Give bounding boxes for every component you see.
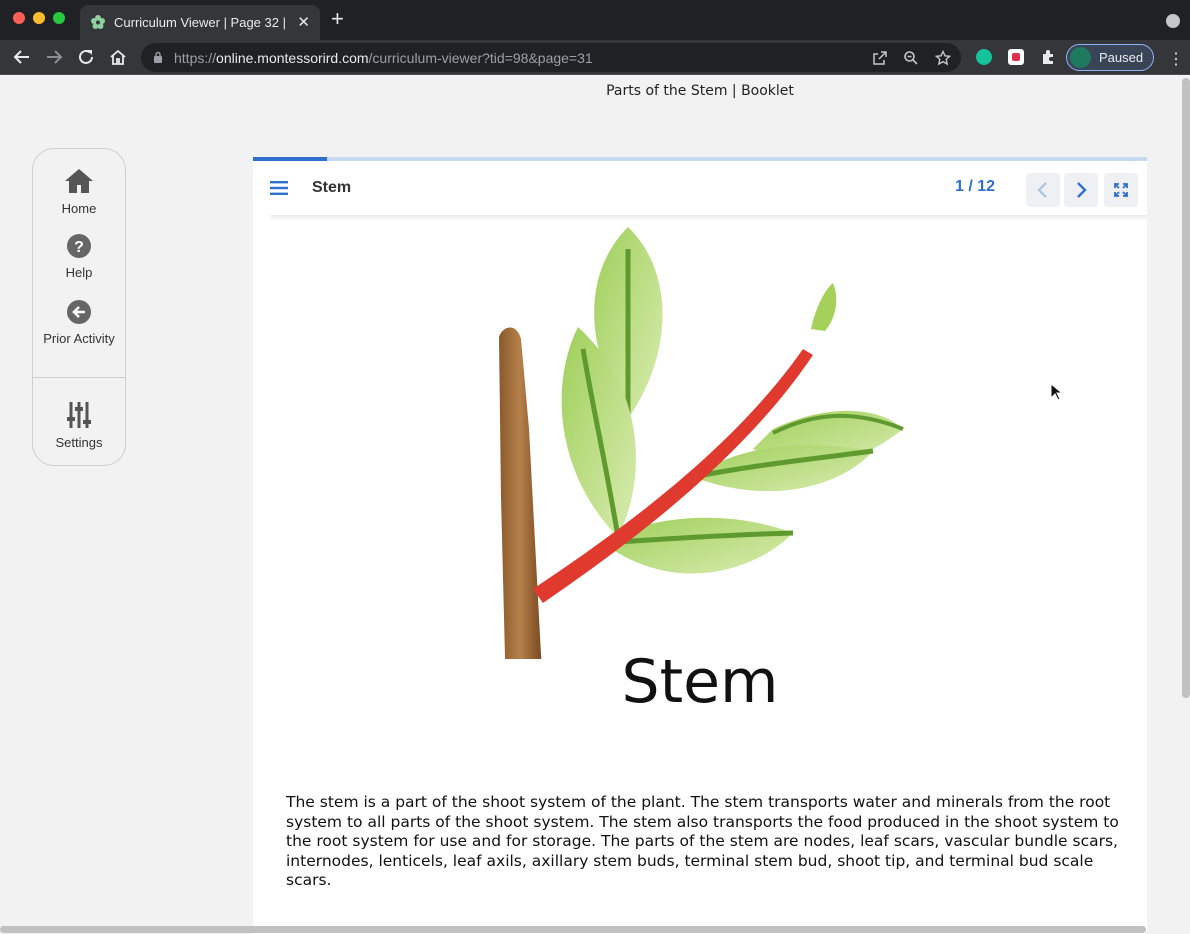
page-title: Parts of the Stem | Booklet — [606, 83, 794, 99]
nav-settings[interactable]: Settings — [33, 401, 125, 450]
back-arrow-icon — [67, 300, 91, 324]
nav-help-label: Help — [65, 265, 93, 280]
reload-icon[interactable] — [76, 47, 96, 67]
grammarly-icon[interactable] — [976, 49, 992, 65]
help-icon: ? — [67, 234, 91, 258]
flower-favicon-icon — [91, 15, 105, 29]
home-icon — [65, 169, 93, 193]
address-bar[interactable]: https://online.montessorird.com/curricul… — [141, 43, 961, 72]
vertical-scrollbar[interactable] — [1182, 78, 1190, 698]
mouse-cursor-icon — [1050, 383, 1062, 401]
browser-tab[interactable]: Curriculum Viewer | Page 32 | C ✕ — [80, 5, 320, 40]
close-window-button[interactable] — [13, 12, 25, 24]
chevron-left-icon — [1037, 182, 1047, 198]
url-host: online.montessorird.com — [216, 50, 369, 66]
tab-search-icon[interactable] — [1166, 14, 1180, 28]
fullscreen-button[interactable] — [1104, 173, 1138, 207]
stem-illustration — [499, 227, 904, 659]
minimize-window-button[interactable] — [33, 12, 45, 24]
slide-body-text: The stem is a part of the shoot system o… — [286, 793, 1119, 890]
profile-button[interactable]: Paused — [1066, 44, 1154, 71]
previous-page-button[interactable] — [1026, 173, 1060, 207]
sliders-icon — [67, 402, 91, 428]
url-scheme: https:// — [174, 50, 217, 66]
pocket-icon[interactable] — [1008, 49, 1024, 65]
lock-icon — [154, 51, 162, 63]
side-navigation: Home ? Help Prior Activity Settings — [32, 148, 126, 466]
home-icon[interactable] — [108, 47, 128, 67]
bookmark-star-icon[interactable] — [935, 50, 951, 66]
next-page-button[interactable] — [1064, 173, 1098, 207]
profile-avatar — [1070, 47, 1091, 68]
slide-heading: Stem — [621, 647, 779, 717]
nav-home-label: Home — [61, 201, 97, 216]
hamburger-menu-icon[interactable] — [270, 181, 288, 195]
viewer-title: Stem — [312, 179, 352, 196]
open-external-icon[interactable] — [872, 50, 888, 66]
svg-text:?: ? — [74, 239, 84, 256]
tab-close-icon[interactable]: ✕ — [297, 13, 310, 31]
horizontal-scrollbar[interactable] — [0, 926, 1146, 933]
profile-status-label: Paused — [1099, 50, 1144, 65]
nav-help[interactable]: ? Help — [33, 233, 125, 280]
forward-icon[interactable] — [44, 47, 64, 67]
zoom-icon[interactable] — [903, 50, 919, 66]
back-icon[interactable] — [12, 47, 32, 67]
nav-divider — [33, 377, 125, 378]
nav-home[interactable]: Home — [33, 167, 125, 216]
menu-icon[interactable]: ⋮ — [1168, 49, 1184, 68]
nav-prior-activity[interactable]: Prior Activity — [33, 299, 125, 346]
page-indicator: 1 / 12 — [955, 178, 996, 195]
extensions-icon[interactable] — [1040, 49, 1056, 65]
viewer-header: Stem 1 / 12 — [253, 161, 1147, 221]
url-path: /curriculum-viewer?tid=98&page=31 — [368, 50, 593, 66]
browser-toolbar: https://online.montessorird.com/curricul… — [0, 40, 1190, 75]
chevron-right-icon — [1077, 182, 1087, 198]
fullscreen-icon — [1114, 183, 1128, 197]
tab-title: Curriculum Viewer | Page 32 | C — [114, 15, 290, 30]
maximize-window-button[interactable] — [53, 12, 65, 24]
browser-tab-bar: Curriculum Viewer | Page 32 | C ✕ + — [0, 0, 1190, 40]
curriculum-viewer: Stem 1 / 12 Stem The stem is a part of t… — [253, 157, 1147, 934]
nav-prior-activity-label: Prior Activity — [43, 331, 115, 346]
url-text: https://online.montessorird.com/curricul… — [174, 50, 593, 66]
nav-settings-label: Settings — [55, 435, 103, 450]
new-tab-button[interactable]: + — [331, 8, 344, 30]
